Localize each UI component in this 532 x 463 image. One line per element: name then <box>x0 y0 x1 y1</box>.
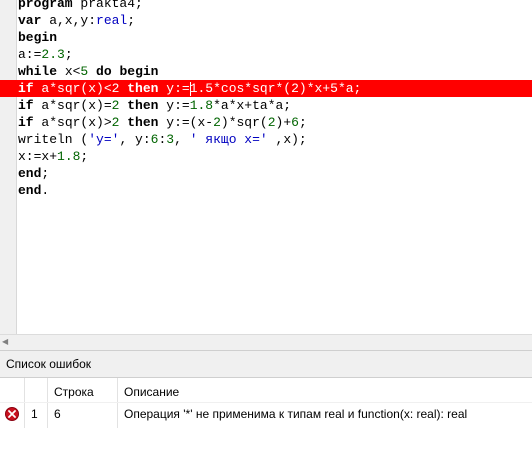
number-token: 5 <box>330 81 338 96</box>
column-divider <box>47 378 48 428</box>
number-token: 1.8 <box>189 98 214 113</box>
code-line[interactable]: if a*sqr(x)=2 then y:=1.8*a*x+ta*a; <box>0 97 532 114</box>
code-line[interactable]: end. <box>0 182 532 199</box>
error-table[interactable]: Строка Описание 1 6 Операция '*' не прим… <box>0 378 532 463</box>
string-token: 'y=' <box>88 132 120 147</box>
code-token: prakta4; <box>72 0 143 11</box>
code-token: a:= <box>18 47 42 62</box>
column-divider <box>117 378 118 428</box>
error-icon <box>5 407 19 421</box>
number-token: 3 <box>166 132 175 147</box>
code-token: a*sqr(x)= <box>33 98 112 113</box>
number-token: 1.8 <box>57 149 81 164</box>
keyword-token: if <box>18 98 34 113</box>
code-token: )+ <box>275 115 292 130</box>
code-token: ,x); <box>267 132 307 147</box>
code-token: x< <box>57 64 81 79</box>
number-token: 2 <box>267 115 276 130</box>
code-lines[interactable]: program prakta4; var a,x,y:real; begin a:=2… <box>0 0 532 199</box>
code-line[interactable]: begin <box>0 29 532 46</box>
code-token: y:= <box>158 98 190 113</box>
code-line[interactable]: program prakta4; <box>0 0 532 12</box>
code-editor[interactable]: program prakta4; var a,x,y:real; begin a:=2… <box>0 0 532 340</box>
code-token: , <box>174 132 190 147</box>
code-token: a*sqr(x)> <box>33 115 112 130</box>
error-code-line[interactable]: if a*sqr(x)<2 then y:=1.5*cos*sqr*(2)*x+… <box>0 80 532 97</box>
keyword-token: then <box>127 81 159 96</box>
error-panel-title: Список ошибок <box>6 357 92 371</box>
code-token: writeln ( <box>18 132 89 147</box>
keyword-token: end <box>18 183 42 198</box>
number-token: 2 <box>213 115 221 130</box>
number-token: 6 <box>291 115 299 130</box>
column-divider <box>24 378 25 428</box>
error-description: Операция '*' не применима к типам real и… <box>124 407 468 421</box>
code-token: ; <box>298 115 307 130</box>
string-token: ' якщо x=' <box>189 132 268 147</box>
keyword-token: begin <box>18 30 58 45</box>
column-header-description[interactable]: Описание <box>124 385 179 399</box>
code-line[interactable]: while x<5 do begin <box>0 63 532 80</box>
code-token: ; <box>127 13 136 28</box>
code-token: ; <box>64 47 73 62</box>
code-token: *a; <box>337 81 362 96</box>
error-line: 6 <box>54 407 61 421</box>
code-token: )*x+ <box>298 81 331 96</box>
column-header-line[interactable]: Строка <box>54 385 94 399</box>
code-token: x:=x+ <box>18 149 58 164</box>
code-line[interactable]: writeln ('y=', y:6:3, ' якщо x=' ,x); <box>0 131 532 148</box>
code-token: )*sqr( <box>220 115 268 130</box>
code-line[interactable]: if a*sqr(x)>2 then y:=(x-2)*sqr(2)+6; <box>0 114 532 131</box>
horizontal-scrollbar[interactable]: ◀ <box>0 334 532 350</box>
keyword-token: end <box>18 166 42 181</box>
keyword-token: program <box>18 0 73 11</box>
error-panel-header: Список ошибок <box>0 350 532 378</box>
keyword-token: begin <box>119 64 159 79</box>
keyword-token: var <box>18 13 42 28</box>
code-token: ; <box>41 166 50 181</box>
code-line[interactable]: end; <box>0 165 532 182</box>
code-token: y:=(x- <box>158 115 214 130</box>
error-number: 1 <box>31 407 38 421</box>
keyword-token: if <box>18 81 34 96</box>
keyword-token: if <box>18 115 34 130</box>
keyword-token: do <box>96 64 112 79</box>
number-token: 2 <box>291 81 299 96</box>
keyword-token: then <box>127 115 159 130</box>
code-token: , y: <box>119 132 151 147</box>
code-token: ; <box>80 149 89 164</box>
code-line[interactable]: a:=2.3; <box>0 46 532 63</box>
code-token: *cos*sqr*( <box>213 81 292 96</box>
code-token: . <box>41 183 50 198</box>
code-line[interactable]: x:=x+1.8; <box>0 148 532 165</box>
number-token: 1.5 <box>189 81 214 96</box>
code-token: *a*x+ta*a; <box>213 98 292 113</box>
code-line[interactable]: var a,x,y:real; <box>0 12 532 29</box>
code-token: a*sqr(x)< <box>33 81 112 96</box>
scroll-left-icon[interactable]: ◀ <box>2 337 8 347</box>
code-token: a,x,y: <box>41 13 97 28</box>
keyword-token: then <box>127 98 159 113</box>
type-token: real <box>96 13 128 28</box>
header-divider <box>0 402 532 403</box>
code-token: y:= <box>158 81 190 96</box>
keyword-token: while <box>18 64 58 79</box>
number-token: 2.3 <box>41 47 65 62</box>
